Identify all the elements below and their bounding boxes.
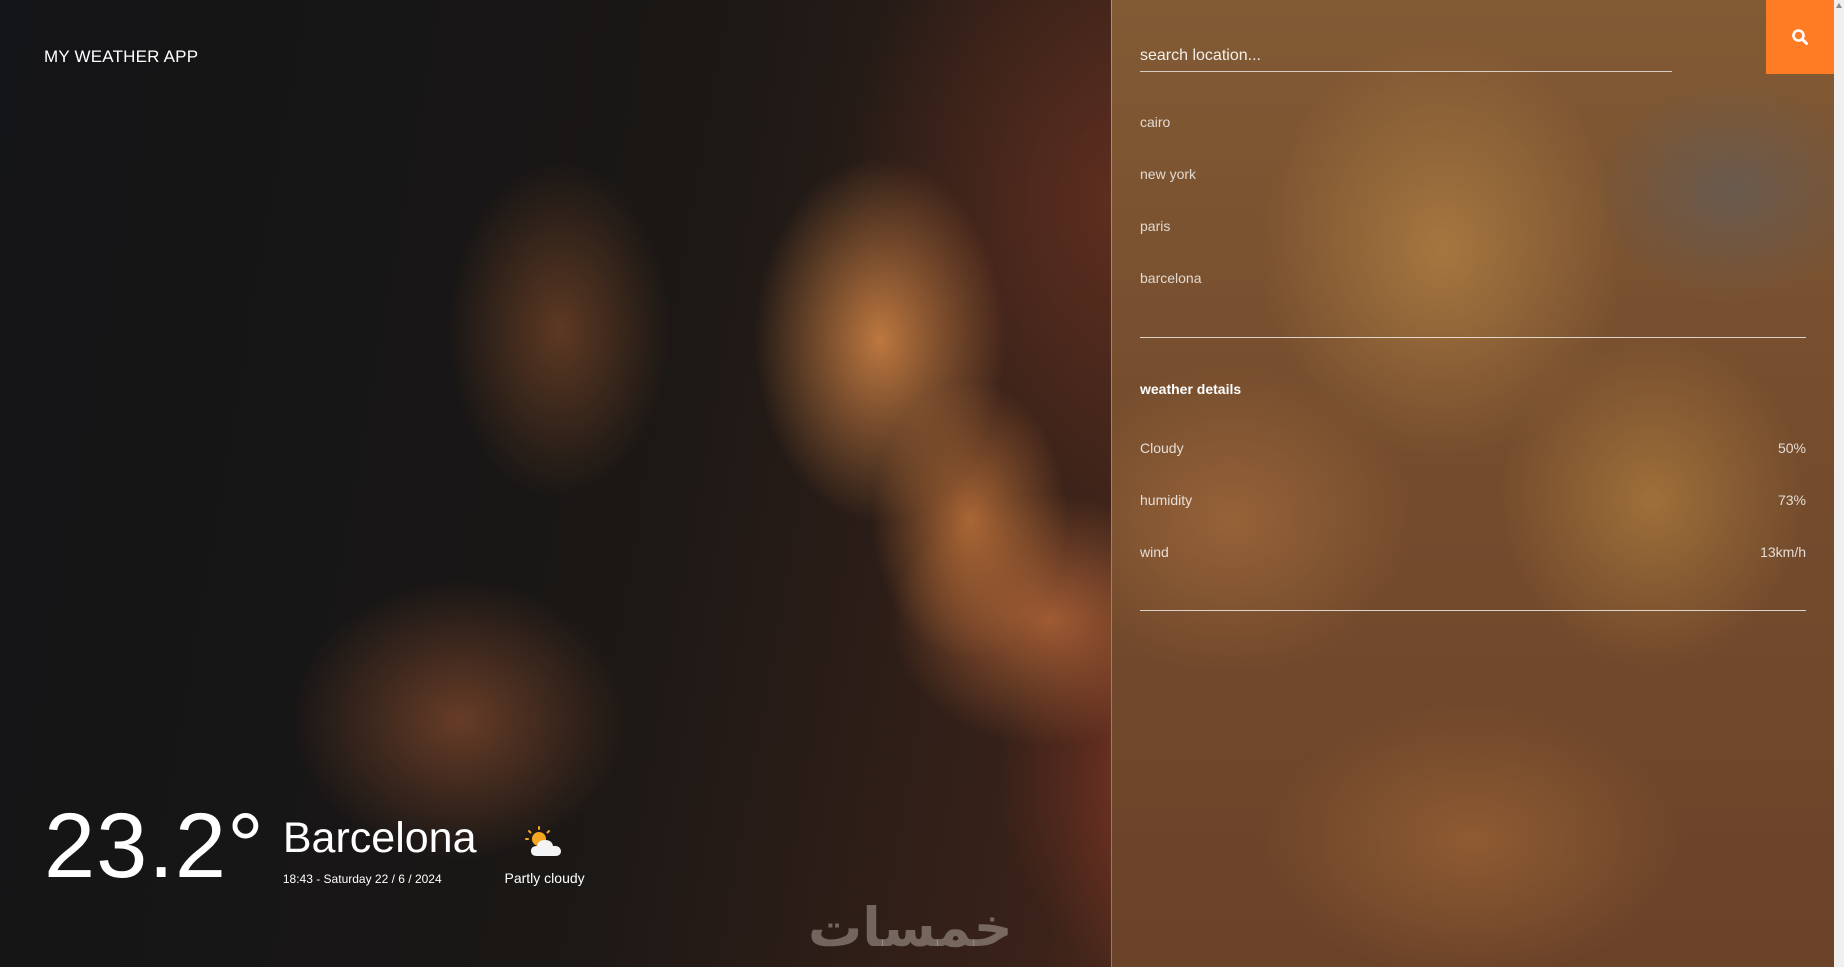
details-title: weather details [1140, 381, 1242, 397]
location-item-paris[interactable]: paris [1140, 216, 1202, 268]
city-block: Barcelona 18:43 - Saturday 22 / 6 / 2024 [283, 814, 477, 886]
divider [1140, 337, 1806, 338]
watermark-logo: خمسات [808, 896, 1013, 959]
scrollbar[interactable] [1834, 0, 1844, 967]
detail-value: 50% [1777, 440, 1806, 456]
condition-text: Partly cloudy [504, 870, 585, 886]
city-name: Barcelona [282, 814, 477, 862]
location-item-cairo[interactable]: cairo [1140, 112, 1202, 164]
detail-label: humidity [1140, 492, 1193, 508]
search-input[interactable] [1140, 40, 1672, 72]
location-item-new-york[interactable]: new york [1140, 164, 1202, 216]
app-title: MY WEATHER APP [44, 47, 199, 66]
temperature: 23.2° [44, 795, 265, 897]
sidebar: cairo new york paris barcelona weather d… [1111, 0, 1844, 967]
divider [1140, 610, 1806, 611]
detail-label: Cloudy [1140, 440, 1184, 456]
detail-row-wind: wind 13km/h [1140, 544, 1806, 596]
location-list: cairo new york paris barcelona [1140, 112, 1202, 320]
detail-row-cloudy: Cloudy 50% [1140, 440, 1806, 492]
search-button[interactable] [1766, 0, 1834, 74]
current-weather: 23.2° Barcelona 18:43 - Saturday 22 / 6 … [44, 800, 585, 892]
partly-cloudy-icon [524, 826, 561, 856]
date-time: 18:43 - Saturday 22 / 6 / 2024 [282, 872, 442, 886]
search-icon [1792, 29, 1808, 45]
weather-details: Cloudy 50% humidity 73% wind 13km/h [1140, 440, 1806, 596]
detail-value: 13km/h [1760, 544, 1806, 560]
detail-value: 73% [1777, 492, 1806, 508]
detail-row-humidity: humidity 73% [1140, 492, 1806, 544]
condition-block: Partly cloudy [505, 826, 585, 886]
detail-label: wind [1140, 544, 1169, 560]
location-item-barcelona[interactable]: barcelona [1140, 268, 1202, 320]
